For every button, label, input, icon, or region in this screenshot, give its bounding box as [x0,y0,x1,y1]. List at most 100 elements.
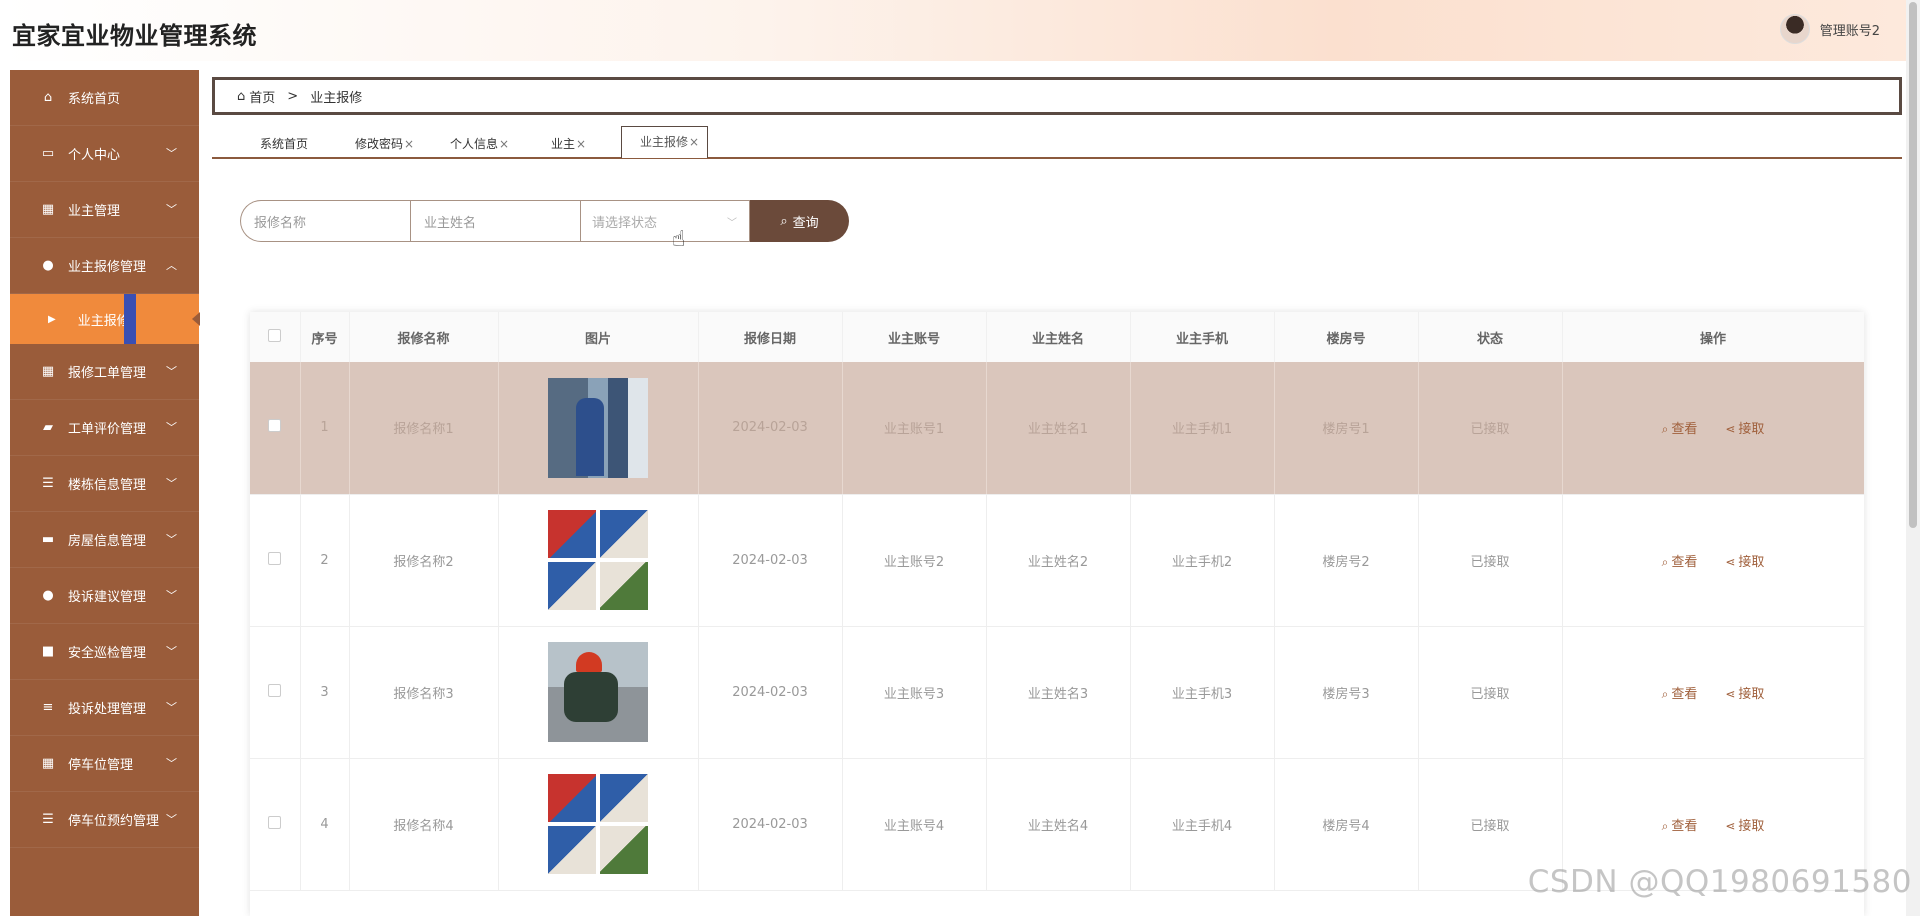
table-row[interactable]: 2 报修名称2 2024-02-03 业主账号2 业主姓名2 业主手机2 楼房号2 已接取 ⌕ 查… [250,494,1864,627]
cell-room: 楼房号1 [1274,362,1419,495]
caret-right-icon: ▶ [48,313,56,325]
folder-icon: ▰ [43,420,53,435]
repair-photo[interactable] [548,642,648,742]
sidebar-item-label: 个人中心 [68,148,121,163]
cell-date: 2024-02-03 [698,626,843,759]
cell-date: 2024-02-03 [698,494,843,627]
watermark: CSDN @QQ1980691580 [1527,864,1912,900]
sidebar-item-0[interactable]: ⌂ 系统首页 [10,70,199,126]
accept-label: 接取 [1738,686,1765,702]
chevron-up-icon: ︿ [166,259,177,272]
row-checkbox[interactable] [268,683,282,697]
user-menu[interactable]: 管理账号2 [1779,14,1880,44]
view-button[interactable]: ⌕ 查看 [1662,683,1698,702]
search-icon: ⌕ [1661,422,1669,437]
breadcrumb-home[interactable]: 首页 [249,87,275,106]
chevron-down-icon: ﹀ [166,701,177,714]
cell-owner: 业主姓名1 [986,362,1131,495]
table-row[interactable]: 3 报修名称3 2024-02-03 业主账号3 业主姓名3 业主手机3 楼房号3 已接取 ⌕ 查… [250,626,1864,759]
list-icon: ☰ [42,476,54,491]
accept-button[interactable]: ⋖ 接取 [1725,815,1764,834]
column-header: 报修日期 [698,312,843,362]
column-header: 序号 [300,312,350,362]
sidebar-item-label: 房屋信息管理 [68,534,147,549]
sidebar-item-6[interactable]: ☰ 楼栋信息管理 ﹀ [10,456,199,512]
cell-owner: 业主姓名2 [986,494,1131,627]
column-header: 业主账号 [842,312,987,362]
home-icon[interactable]: ⌂ [237,89,245,104]
search-icon: ⌕ [780,213,788,229]
chevron-down-icon: ﹀ [166,645,177,658]
repair-photo[interactable] [548,510,648,610]
tab-2[interactable]: 个人信息× [450,134,509,158]
view-button[interactable]: ⌕ 查看 [1662,815,1698,834]
cell-account: 业主账号3 [842,626,987,759]
chevron-down-icon: ﹀ [166,421,177,434]
accept-label: 接取 [1738,818,1765,834]
row-checkbox-cell [250,758,301,891]
row-checkbox[interactable] [268,419,282,433]
pointer-cursor-icon: ☝ [672,227,686,252]
repair-name-input[interactable]: 报修名称 [240,200,410,242]
close-icon[interactable]: × [689,135,699,149]
sidebar-item-3[interactable]: ● 业主报修管理 ︿ [10,238,199,294]
cell-no: 3 [300,626,350,759]
sidebar-item-10[interactable]: ≡ 投诉处理管理 ﹀ [10,680,199,736]
close-icon[interactable]: × [499,137,509,151]
chevron-down-icon: ﹀ [166,757,177,770]
status-select[interactable]: 请选择状态 ﹀ [580,200,750,242]
sidebar-item-5[interactable]: ▰ 工单评价管理 ﹀ [10,400,199,456]
active-indicator [124,294,136,344]
sidebar-item-7[interactable]: ▬ 房屋信息管理 ﹀ [10,512,199,568]
accept-button[interactable]: ⋖ 接取 [1725,683,1764,702]
column-header: 状态 [1418,312,1563,362]
row-actions: ⌕ 查看 ⋖ 接取 [1563,683,1864,702]
scrollbar-thumb[interactable] [1909,2,1917,528]
search-icon: ⌕ [1661,554,1669,569]
view-button[interactable]: ⌕ 查看 [1662,418,1698,437]
row-checkbox[interactable] [268,551,282,565]
tab-label: 系统首页 [260,137,309,151]
view-button[interactable]: ⌕ 查看 [1662,551,1698,570]
accept-label: 接取 [1738,554,1765,570]
cell-no: 1 [300,362,350,495]
row-actions: ⌕ 查看 ⋖ 接取 [1563,551,1864,570]
sidebar-item-8[interactable]: ● 投诉建议管理 ﹀ [10,568,199,624]
avatar[interactable] [1779,14,1810,44]
cell-phone: 业主手机1 [1130,362,1275,495]
row-checkbox[interactable] [268,815,282,829]
search-icon: ⌕ [1661,686,1669,701]
page-scrollbar[interactable] [1906,0,1920,916]
sidebar-subitem-label: 业主报修 [77,313,130,329]
tab-label: 业主 [551,137,576,151]
tab-1[interactable]: 修改密码× [355,134,414,158]
owner-name-input[interactable]: 业主姓名 [410,200,580,242]
sidebar-item-2[interactable]: ▦ 业主管理 ﹀ [10,182,199,238]
row-actions: ⌕ 查看 ⋖ 接取 [1563,815,1864,834]
sidebar-item-4[interactable]: ▦ 报修工单管理 ﹀ [10,344,199,400]
username[interactable]: 管理账号2 [1820,20,1880,39]
tab-4[interactable]: 业主报修× [621,126,709,158]
sidebar-item-9[interactable]: ■ 安全巡检管理 ﹀ [10,624,199,680]
sidebar-item-label: 安全巡检管理 [68,646,147,661]
repair-photo[interactable] [548,774,648,874]
tab-0[interactable]: 系统首页 [260,134,308,158]
accept-button[interactable]: ⋖ 接取 [1725,551,1764,570]
cell-name: 报修名称4 [349,758,499,891]
sliders-icon: ≡ [42,700,54,715]
cell-room: 楼房号3 [1274,626,1419,759]
user-icon: ● [42,258,54,273]
sidebar-subitem-owner-repair[interactable]: ▶ 业主报修 [10,294,200,344]
table-row[interactable]: 1 报修名称1 2024-02-03 业主账号1 业主姓名1 业主手机1 楼房号1 已接取 ⌕ 查… [250,362,1864,495]
cell-account: 业主账号4 [842,758,987,891]
repair-photo[interactable] [548,377,648,478]
sidebar-item-12[interactable]: ☰ 停车位预约管理 ﹀ [10,792,199,848]
close-icon[interactable]: × [576,137,586,151]
sidebar-item-1[interactable]: ▭ 个人中心 ﹀ [10,126,199,182]
accept-button[interactable]: ⋖ 接取 [1725,418,1764,437]
sidebar-item-11[interactable]: ▦ 停车位管理 ﹀ [10,736,199,792]
select-all-checkbox[interactable] [250,312,301,362]
tab-3[interactable]: 业主× [551,134,586,158]
close-icon[interactable]: × [404,137,414,151]
search-button[interactable]: ⌕ 查询 [750,200,849,242]
